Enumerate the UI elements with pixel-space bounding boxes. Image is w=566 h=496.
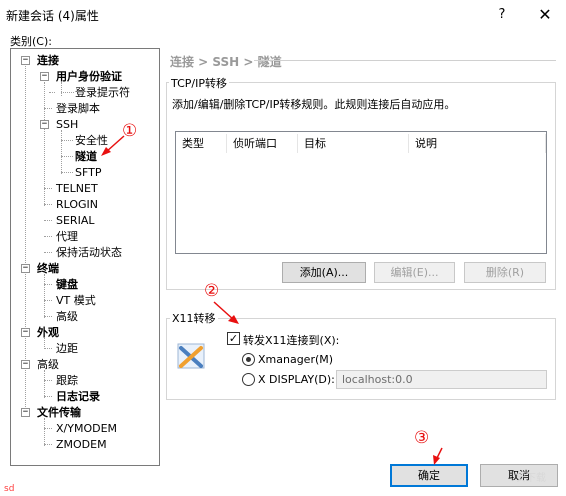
tree-item-appearance[interactable]: 外观 — [37, 326, 59, 340]
tree-item-trace[interactable]: 跟踪 — [56, 374, 78, 388]
tree-item-rlogin[interactable]: RLOGIN — [56, 198, 98, 212]
tree-item-user-auth[interactable]: 用户身份验证 — [56, 70, 122, 84]
tree-item-tunnel[interactable]: 隧道 — [75, 150, 97, 164]
tree-expander[interactable]: − — [40, 120, 49, 129]
x11-group-title: X11转移 — [170, 310, 218, 326]
window-title: 新建会话 (4)属性 — [6, 9, 99, 23]
tree-item-keepalive[interactable]: 保持活动状态 — [56, 246, 122, 260]
annotation-arrow-1 — [98, 134, 128, 161]
column-header-type[interactable]: 类型 — [176, 132, 226, 155]
close-button[interactable]: ✕ — [524, 0, 566, 30]
column-header-listen-port[interactable]: 侦听端口 — [227, 132, 297, 155]
column-header-description[interactable]: 说明 — [409, 132, 545, 155]
annotation-marker-2: ② — [204, 281, 220, 301]
forward-x11-label: 转发X11连接到(X): — [243, 334, 340, 347]
tree-expander[interactable]: − — [40, 72, 49, 81]
tree-expander[interactable]: − — [21, 360, 30, 369]
breadcrumb: 连接 > SSH > 隧道 — [170, 55, 282, 69]
tree-guide-line — [44, 418, 45, 446]
tcp-group-title: TCP/IP转移 — [169, 75, 229, 91]
tree-item-connection[interactable]: 连接 — [37, 54, 59, 68]
tree-item-serial[interactable]: SERIAL — [56, 214, 94, 228]
tree-item-login-prompt[interactable]: 登录提示符 — [75, 86, 130, 100]
watermark-left: sd — [4, 484, 15, 494]
category-tree[interactable]: − − − − − − − 连接 用户身份验证 登录提示符 登录脚本 SSH 安… — [10, 48, 160, 466]
annotation-marker-3: ③ — [414, 428, 430, 448]
delete-button[interactable]: 删除(R) — [464, 262, 546, 283]
annotation-arrow-2 — [212, 300, 242, 329]
xdisplay-radio[interactable] — [242, 373, 255, 386]
xmanager-radio[interactable] — [242, 353, 255, 366]
add-button[interactable]: 添加(A)... — [282, 262, 366, 283]
tree-item-terminal[interactable]: 终端 — [37, 262, 59, 276]
tree-item-sftp[interactable]: SFTP — [75, 166, 101, 180]
forward-x11-checkbox[interactable]: ✓ — [227, 332, 240, 345]
tree-expander[interactable]: − — [21, 408, 30, 417]
tree-guide-line — [61, 130, 62, 174]
title-bar: 新建会话 (4)属性 ? ✕ — [0, 0, 566, 30]
tree-item-keyboard[interactable]: 键盘 — [56, 278, 78, 292]
breadcrumb-divider — [254, 60, 556, 61]
tree-item-file-transfer[interactable]: 文件传输 — [37, 406, 81, 420]
xmanager-label: Xmanager(M) — [258, 353, 334, 366]
tree-guide-line — [44, 370, 45, 398]
tree-item-terminal-advanced[interactable]: 高级 — [56, 310, 78, 324]
tcp-description: 添加/编辑/删除TCP/IP转移规则。此规则连接后自动应用。 — [172, 98, 456, 111]
tree-guide-line — [44, 274, 45, 318]
tree-item-vt-mode[interactable]: VT 模式 — [56, 294, 96, 308]
xmanager-logo-icon — [177, 340, 207, 372]
xdisplay-label: X DISPLAY(D): — [258, 373, 335, 386]
tree-item-logging[interactable]: 日志记录 — [56, 390, 100, 404]
tree-item-proxy[interactable]: 代理 — [56, 230, 78, 244]
tree-expander[interactable]: − — [21, 328, 30, 337]
tree-expander[interactable]: − — [21, 56, 30, 65]
category-label: 类别(C): — [10, 35, 52, 48]
help-button[interactable]: ? — [482, 0, 522, 30]
edit-button[interactable]: 编辑(E)... — [374, 262, 455, 283]
tree-item-login-script[interactable]: 登录脚本 — [56, 102, 100, 116]
tree-item-ssh[interactable]: SSH — [56, 118, 78, 132]
tunnel-rules-table[interactable]: 类型 侦听端口 目标 说明 — [175, 131, 547, 254]
annotation-arrow-3 — [428, 446, 448, 469]
xdisplay-input[interactable]: localhost:0.0 — [336, 370, 547, 389]
tree-item-telnet[interactable]: TELNET — [56, 182, 98, 196]
tree-item-zmodem[interactable]: ZMODEM — [56, 438, 107, 452]
tree-item-advanced[interactable]: 高级 — [37, 358, 59, 372]
tree-guide-line — [61, 82, 62, 96]
tree-item-xymodem[interactable]: X/YMODEM — [56, 422, 117, 436]
tree-expander[interactable]: − — [21, 264, 30, 273]
column-header-destination[interactable]: 目标 — [298, 132, 408, 155]
tree-item-margin[interactable]: 边距 — [56, 342, 78, 356]
watermark-right: 安下载 — [516, 473, 546, 484]
